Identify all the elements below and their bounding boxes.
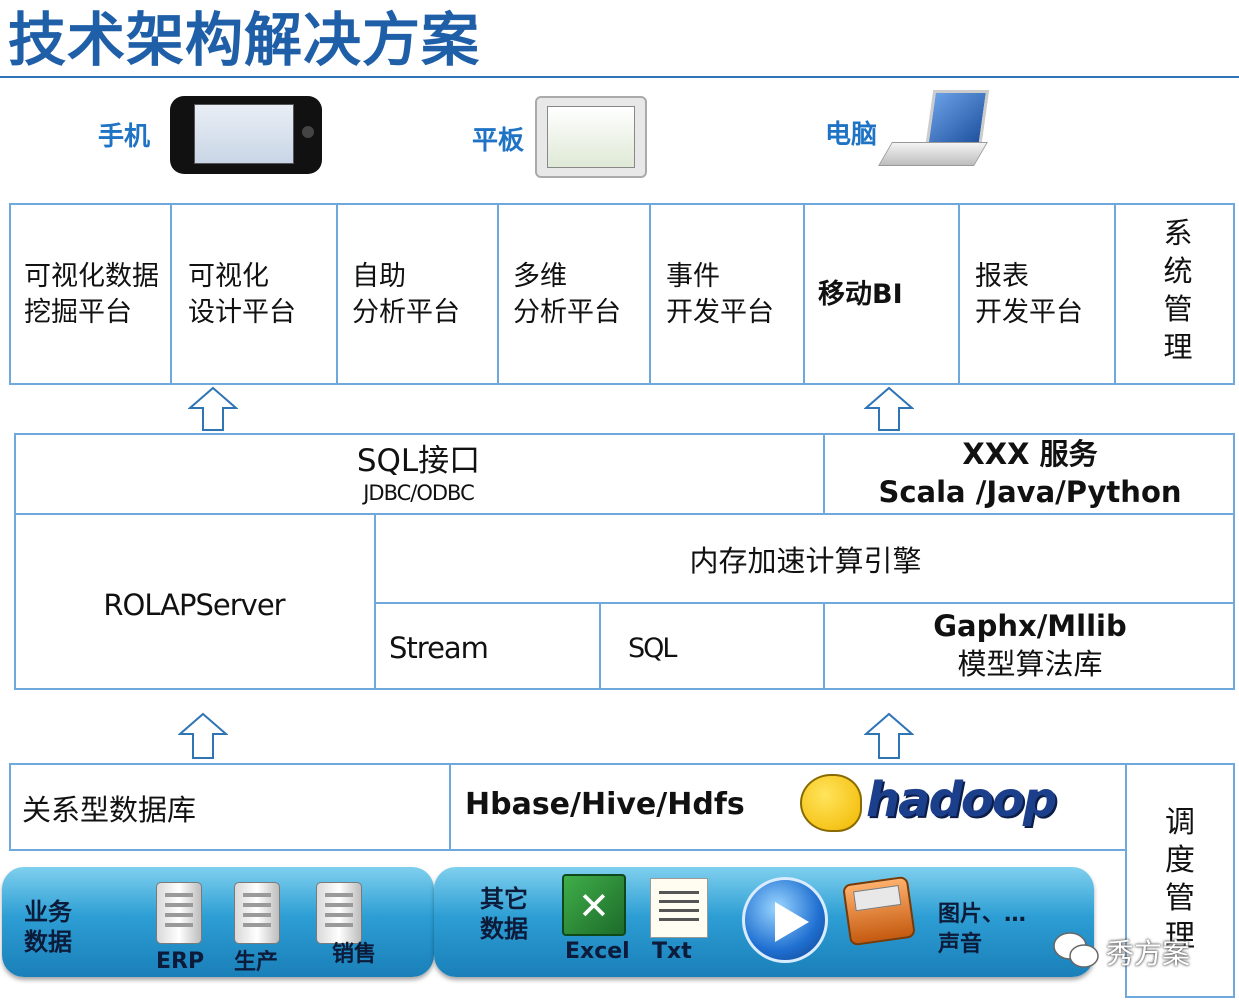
bar-line: 数据 xyxy=(480,915,528,943)
hadoop-stack-label: Hbase/Hive/Hdfs xyxy=(465,787,745,822)
app-line: 可视化数据 xyxy=(24,261,159,292)
app-event-development: 事件 开发平台 xyxy=(666,259,774,331)
app-line: 报表 xyxy=(975,261,1029,292)
excel-icon: ✕ xyxy=(562,874,626,936)
other-data-label: 其它 数据 xyxy=(480,884,528,944)
char: 理 xyxy=(1163,330,1193,364)
divider xyxy=(958,203,960,385)
sales-server-icon xyxy=(316,882,362,944)
app-data-mining-platform: 可视化数据 挖掘平台 xyxy=(24,259,159,331)
char: 管 xyxy=(1163,292,1193,326)
phone-icon xyxy=(170,96,322,174)
divider xyxy=(449,763,451,851)
app-line: 自助 xyxy=(352,261,406,292)
txt-file-icon xyxy=(650,878,708,938)
page-title: 技术架构解决方案 xyxy=(8,6,481,74)
bar-line: 数据 xyxy=(24,928,72,956)
memory-engine: 内存加速计算引擎 xyxy=(689,544,922,578)
wechat-icon xyxy=(1052,930,1100,970)
app-line: 多维 xyxy=(513,261,567,292)
app-line: 开发平台 xyxy=(975,297,1083,328)
model-library-label: 模型算法库 xyxy=(957,647,1103,681)
bar-line: 声音 xyxy=(938,932,983,957)
divider xyxy=(497,203,499,385)
app-line: 分析平台 xyxy=(513,297,621,328)
divider xyxy=(1114,203,1116,385)
divider xyxy=(336,203,338,385)
production-label: 生产 xyxy=(234,950,279,975)
char: 统 xyxy=(1163,254,1193,288)
up-arrow-icon xyxy=(864,386,914,432)
archive-box-icon xyxy=(842,875,916,947)
sql-label: SQL xyxy=(628,633,677,664)
bar-line: 业务 xyxy=(24,898,72,926)
app-visual-design-platform: 可视化 设计平台 xyxy=(188,259,296,331)
divider xyxy=(599,604,601,690)
excel-label: Excel xyxy=(565,939,630,964)
divider xyxy=(14,513,1235,515)
stream-label: Stream xyxy=(389,631,489,665)
device-label-laptop: 电脑 xyxy=(825,120,878,150)
business-data-label: 业务 数据 xyxy=(24,897,72,957)
relational-database: 关系型数据库 xyxy=(22,793,197,827)
system-management: 系 统 管 理 xyxy=(1158,214,1198,366)
erp-server-icon xyxy=(156,882,202,944)
app-report-development: 报表 开发平台 xyxy=(975,259,1083,331)
elephant-icon xyxy=(800,774,862,832)
watermark-text: 秀方案 xyxy=(1106,937,1191,970)
char: 调 xyxy=(1165,805,1195,840)
divider xyxy=(170,203,172,385)
hadoop-logo: hadoop xyxy=(798,770,1078,836)
production-server-icon xyxy=(234,882,280,944)
laptop-icon xyxy=(878,90,990,172)
graphx-mllib-label: Gaphx/Mllib xyxy=(933,609,1127,643)
sql-interface-label: SQL接口 xyxy=(356,443,481,479)
up-arrow-icon xyxy=(188,386,238,432)
app-line: 设计平台 xyxy=(188,297,296,328)
sales-label: 销售 xyxy=(332,942,377,967)
media-label: 图片、… 声音 xyxy=(938,900,1026,960)
txt-label: Txt xyxy=(652,939,692,964)
service-languages: Scala /Java/Python xyxy=(878,475,1182,509)
service-label: XXX 服务 xyxy=(962,437,1098,471)
title-divider xyxy=(0,76,1239,78)
app-self-service-analysis: 自助 分析平台 xyxy=(352,259,460,331)
char: 度 xyxy=(1165,843,1195,878)
app-multidimensional-analysis: 多维 分析平台 xyxy=(513,259,621,331)
divider xyxy=(803,203,805,385)
char: 管 xyxy=(1165,881,1195,916)
bar-line: 其它 xyxy=(480,885,528,913)
app-line: 开发平台 xyxy=(666,297,774,328)
app-line: 事件 xyxy=(666,261,720,292)
app-mobile-bi: 移动BI xyxy=(818,279,903,310)
up-arrow-icon xyxy=(178,712,228,760)
app-line: 挖掘平台 xyxy=(24,297,132,328)
divider xyxy=(376,602,1235,604)
tablet-icon xyxy=(535,96,647,178)
erp-label: ERP xyxy=(156,949,205,974)
device-label-phone: 手机 xyxy=(98,122,151,152)
app-line: 分析平台 xyxy=(352,297,460,328)
char: 系 xyxy=(1163,216,1193,250)
up-arrow-icon xyxy=(864,712,914,760)
app-line: 可视化 xyxy=(188,261,269,292)
device-label-tablet: 平板 xyxy=(472,126,525,156)
media-play-icon xyxy=(742,877,828,963)
bar-line: 图片、… xyxy=(938,902,1027,927)
jdbc-odbc-label: JDBC/ODBC xyxy=(363,481,475,505)
rolap-server: ROLAPServer xyxy=(103,588,285,622)
divider xyxy=(649,203,651,385)
